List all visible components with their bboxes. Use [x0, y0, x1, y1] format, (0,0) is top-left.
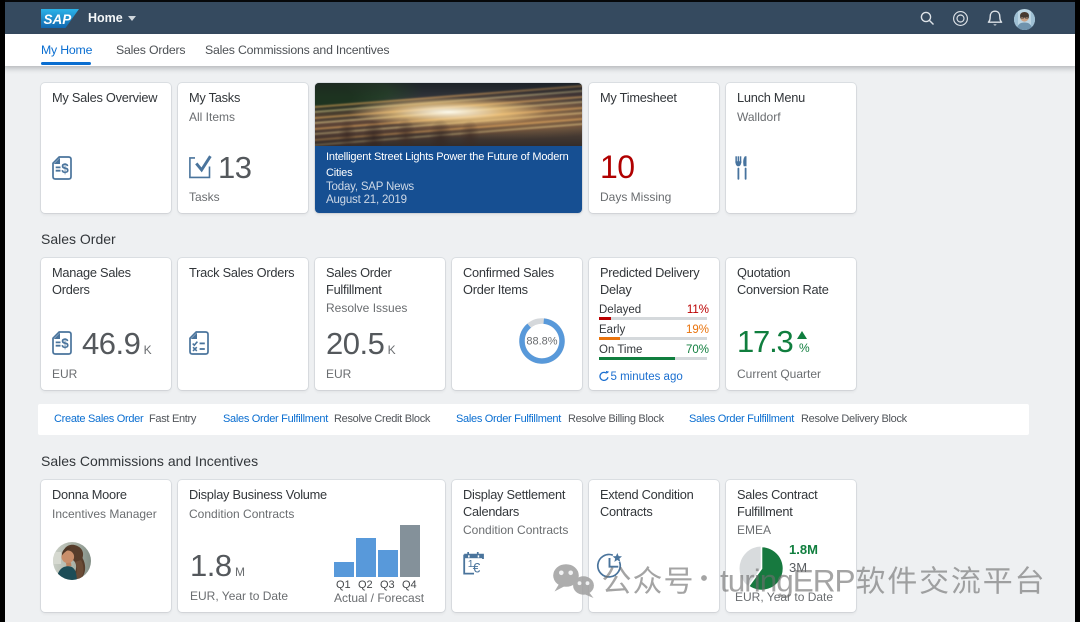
svg-text:turingERP: turingERP [720, 563, 855, 599]
